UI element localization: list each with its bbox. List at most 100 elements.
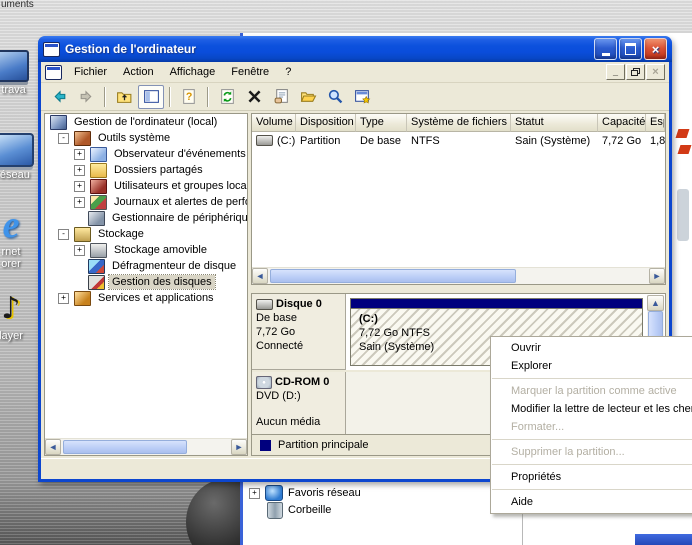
cdrom-name: CD-ROM 0 (275, 375, 329, 389)
tree-item-storage[interactable]: - Stockage (45, 226, 247, 242)
volume-list-horizontal-scrollbar[interactable]: ◄ ► (252, 267, 665, 284)
tree-item-disk-management[interactable]: Gestion des disques (45, 274, 247, 290)
desktop-icon-network[interactable]: réseau (0, 133, 36, 181)
column-header-status[interactable]: Statut (511, 114, 598, 132)
menu-affichage[interactable]: Affichage (162, 64, 224, 80)
tree-expand-box[interactable]: + (58, 293, 69, 304)
scroll-up-arrow[interactable]: ▲ (647, 295, 664, 311)
maximize-button[interactable] (619, 38, 642, 60)
minimize-button[interactable] (594, 38, 617, 60)
column-header-filesystem[interactable]: Système de fichiers (407, 114, 511, 132)
close-button[interactable]: × (644, 38, 667, 60)
cdrom-drive: DVD (D:) (256, 389, 341, 403)
tree-item-disk-defragmenter[interactable]: Défragmenteur de disque (45, 258, 247, 274)
background-icon-fragment (677, 189, 689, 241)
recycle-bin-icon (267, 502, 283, 519)
tree-horizontal-scrollbar[interactable]: ◄ ► (45, 438, 247, 455)
show-hide-console-tree-button[interactable] (138, 85, 164, 109)
forward-button[interactable] (73, 85, 99, 109)
explorer-item-recycle-bin[interactable]: Corbeille (267, 502, 331, 518)
cd-rom-icon (256, 376, 272, 389)
help-button[interactable]: ? (176, 85, 202, 109)
scrollbar-track[interactable] (61, 439, 231, 455)
back-icon (51, 88, 68, 105)
open-button[interactable] (295, 85, 321, 109)
console-options-button[interactable] (349, 85, 375, 109)
refresh-button[interactable] (214, 85, 240, 109)
volume-filesystem: NTFS (407, 134, 511, 148)
toolbar-separator (169, 87, 171, 107)
tree-item-local-users-groups[interactable]: + Utilisateurs et groupes locaux (45, 178, 247, 194)
toolbar-separator (207, 87, 209, 107)
context-menu-item-supprimer-partition[interactable]: Supprimer la partition... (491, 443, 692, 461)
menu-aide[interactable]: ? (277, 64, 299, 80)
column-header-free-space[interactable]: Espace libre (646, 114, 665, 132)
menu-fenetre[interactable]: Fenêtre (223, 64, 277, 80)
column-header-disposition[interactable]: Disposition (296, 114, 356, 132)
tree-expand-box[interactable]: + (74, 181, 85, 192)
help-icon: ? (181, 88, 198, 105)
context-menu-item-ouvrir[interactable]: Ouvrir (491, 339, 692, 357)
tree-item-system-tools[interactable]: - Outils système (45, 130, 247, 146)
delete-icon (246, 88, 263, 105)
up-one-level-button[interactable] (111, 85, 137, 109)
context-menu-item-marquer-active[interactable]: Marquer la partition comme active (491, 382, 692, 400)
column-header-volume[interactable]: Volume (252, 114, 296, 132)
disk0-type: De base (256, 311, 341, 325)
tree-expand-box[interactable]: + (74, 245, 85, 256)
scroll-right-arrow[interactable]: ► (649, 268, 665, 284)
context-menu-item-formater[interactable]: Formater... (491, 418, 692, 436)
search-icon (327, 88, 344, 105)
tree-item-removable-storage[interactable]: + Stockage amovible (45, 242, 247, 258)
titlebar[interactable]: Gestion de l'ordinateur × (38, 36, 672, 62)
desktop-icon-label: réseau (0, 169, 36, 181)
scrollbar-track[interactable] (268, 268, 649, 284)
system-tools-icon (74, 131, 91, 146)
scroll-right-arrow[interactable]: ► (231, 439, 247, 455)
context-menu-item-proprietes[interactable]: Propriétés (491, 468, 692, 486)
context-menu-item-aide[interactable]: Aide (491, 493, 692, 511)
cdrom-info[interactable]: CD-ROM 0 DVD (D:) Aucun média (252, 372, 346, 434)
properties-button[interactable] (268, 85, 294, 109)
tree-item-event-viewer[interactable]: + Observateur d'événements (45, 146, 247, 162)
disk0-info[interactable]: Disque 0 De base 7,72 Go Connecté (252, 294, 346, 370)
tree-expander[interactable]: + (249, 488, 260, 499)
properties-icon (273, 88, 290, 105)
up-one-level-icon (116, 88, 133, 105)
tree-item-device-manager[interactable]: Gestionnaire de périphériques (45, 210, 247, 226)
search-button[interactable] (322, 85, 348, 109)
mdi-restore-button[interactable] (626, 64, 645, 80)
tree-item-computer-management[interactable]: Gestion de l'ordinateur (local) (45, 114, 247, 130)
desktop-icon-media-player[interactable]: ♪ layer (0, 292, 34, 342)
disk-management-icon (88, 275, 105, 290)
tree-expand-box[interactable]: + (74, 197, 85, 208)
desktop-icon-internet-explorer[interactable]: e rnet orer (0, 206, 34, 270)
menu-fichier[interactable]: Fichier (66, 64, 115, 80)
back-button[interactable] (46, 85, 72, 109)
scrollbar-thumb[interactable] (270, 269, 516, 283)
pane-splitter[interactable] (251, 285, 666, 293)
context-menu-item-modifier-lettre[interactable]: Modifier la lettre de lecteur et les che… (491, 400, 692, 418)
scroll-left-arrow[interactable]: ◄ (252, 268, 268, 284)
tree-item-performance-logs[interactable]: + Journaux et alertes de performance (45, 194, 247, 210)
scroll-left-arrow[interactable]: ◄ (45, 439, 61, 455)
tree-item-services-applications[interactable]: + Services et applications (45, 290, 247, 306)
delete-button[interactable] (241, 85, 267, 109)
cdrom-media: Aucun média (256, 415, 341, 429)
explorer-item-network-places[interactable]: + Favoris réseau (249, 485, 361, 501)
mdi-close-button[interactable]: × (646, 64, 665, 80)
tree-item-shared-folders[interactable]: + Dossiers partagés (45, 162, 247, 178)
tree-expand-box[interactable]: + (74, 149, 85, 160)
desktop-icon-my-computer[interactable]: e trava (0, 50, 32, 96)
column-header-capacity[interactable]: Capacité (598, 114, 646, 132)
menu-action[interactable]: Action (115, 64, 162, 80)
console-options-icon (354, 88, 371, 105)
mdi-minimize-button[interactable]: _ (606, 64, 625, 80)
tree-collapse-box[interactable]: - (58, 229, 69, 240)
tree-expand-box[interactable]: + (74, 165, 85, 176)
tree-collapse-box[interactable]: - (58, 133, 69, 144)
column-header-type[interactable]: Type (356, 114, 407, 132)
context-menu-item-explorer[interactable]: Explorer (491, 357, 692, 375)
scrollbar-thumb[interactable] (63, 440, 187, 454)
volume-row-c[interactable]: (C:) Partition De base NTFS Sain (Systèm… (252, 132, 665, 149)
